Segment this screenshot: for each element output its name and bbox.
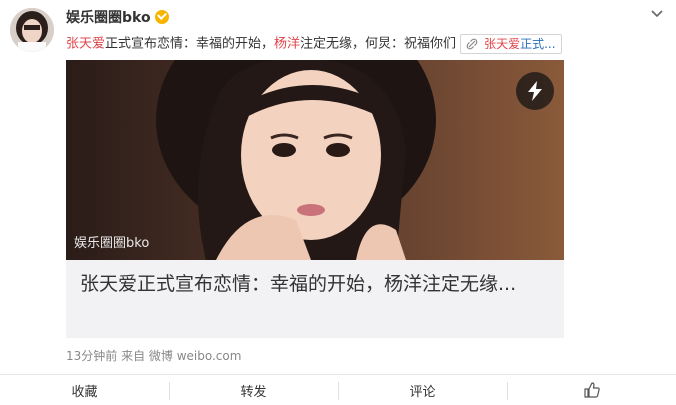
image-watermark: 娱乐圈圈bko [74, 236, 150, 251]
article-title[interactable]: 张天爱正式宣布恋情：幸福的开始，杨洋注定无缘... [66, 260, 564, 338]
article-card[interactable]: 娱乐圈圈bko 张天爱正式宣布恋情：幸福的开始，杨洋注定无缘... [66, 60, 564, 338]
article-image[interactable]: 娱乐圈圈bko [66, 60, 564, 260]
lightning-icon[interactable] [516, 72, 554, 110]
repost-button[interactable]: 转发 [169, 375, 338, 405]
verified-badge-icon [154, 10, 169, 24]
mention-link[interactable]: 杨洋 [274, 37, 300, 52]
favorite-button[interactable]: 收藏 [0, 375, 169, 405]
favorite-label: 收藏 [71, 384, 98, 400]
comment-button[interactable]: 评论 [338, 375, 507, 405]
link-chip-label-b: 正式... [520, 37, 556, 51]
thumbs-up-icon [583, 382, 600, 398]
username[interactable]: 娱乐圈圈bko [66, 7, 151, 27]
post-text-segment: 正式宣布恋情：幸福的开始， [105, 36, 275, 52]
link-icon [466, 38, 478, 50]
link-chip[interactable]: 张天爱 正式... [460, 34, 562, 54]
post-text: 张天爱正式宣布恋情：幸福的开始，杨洋注定无缘，何炅：祝福你们 张天爱 正式... [66, 34, 562, 54]
username-link[interactable]: 娱乐圈圈bko [66, 7, 169, 27]
avatar[interactable] [10, 8, 54, 52]
like-button[interactable] [507, 375, 676, 405]
chevron-down-icon[interactable] [650, 7, 664, 21]
mention-link[interactable]: 张天爱 [66, 37, 105, 52]
repost-label: 转发 [240, 384, 267, 400]
comment-label: 评论 [409, 384, 436, 400]
action-toolbar: 收藏 转发 评论 [0, 374, 676, 405]
link-chip-label-a: 张天爱 [484, 37, 521, 51]
post-text-segment: 注定无缘，何炅：祝福你们 [300, 36, 457, 52]
post-meta: 13分钟前 来自 微博 weibo.com [66, 349, 242, 363]
